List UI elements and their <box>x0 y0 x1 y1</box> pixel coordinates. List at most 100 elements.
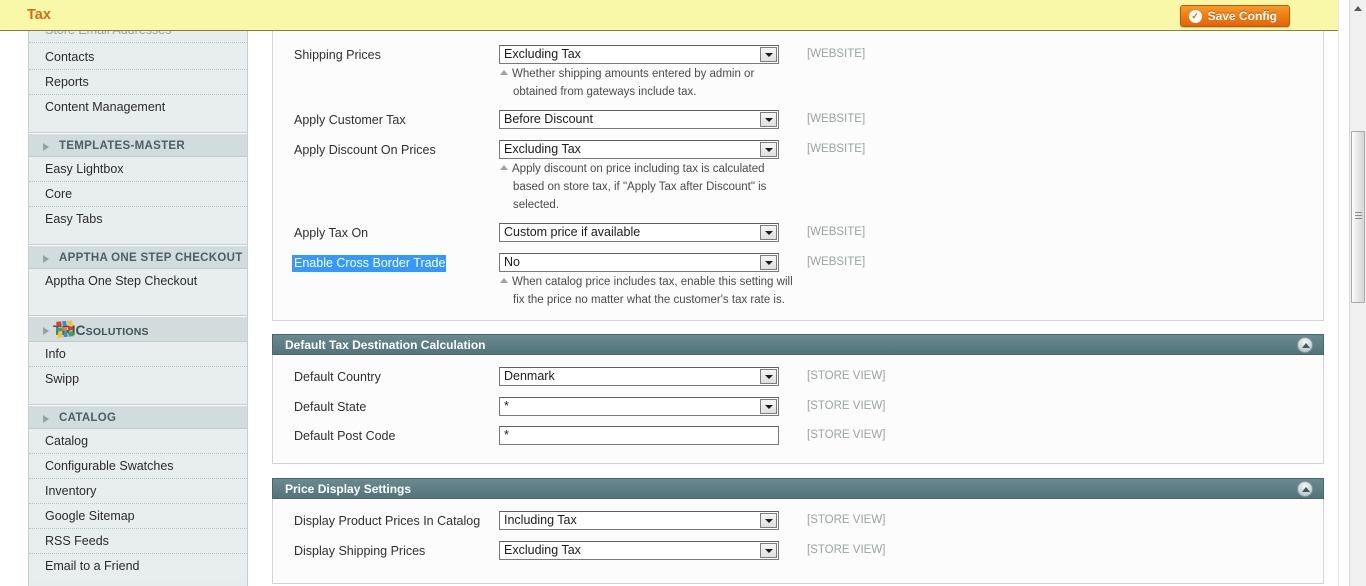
field-hint-shipping-prices-line2: obtained from gateways include tax. <box>513 86 697 98</box>
chevron-down-icon[interactable] <box>760 255 777 270</box>
field-scope-default-country: [STORE VIEW] <box>807 370 886 382</box>
sidebar-item-content-management[interactable]: Content Management <box>29 95 247 120</box>
sidebar-item-swipp[interactable]: Swipp <box>29 367 247 392</box>
field-select-apply-tax-on[interactable]: Custom price if available <box>499 223 779 242</box>
field-select-default-country[interactable]: Denmark <box>499 367 779 386</box>
sidebar-nav: Currency Setup Store Email Addresses Con… <box>28 0 248 586</box>
section-header-default-tax-destination[interactable]: Default Tax Destination Calculation <box>272 334 1324 355</box>
chevron-down-icon[interactable] <box>760 47 777 62</box>
field-select-display-shipping-prices[interactable]: Excluding Tax <box>499 541 779 560</box>
sidebar-group-catalog[interactable]: CATALOG <box>29 405 247 429</box>
sidebar-item-label: Easy Lightbox <box>45 162 124 176</box>
sidebar-item-info[interactable]: Info <box>29 342 247 367</box>
field-scope-default-post-code: [STORE VIEW] <box>807 429 886 441</box>
sidebar-item-label: Email to a Friend <box>45 559 140 573</box>
sidebar-item-easy-lightbox[interactable]: Easy Lightbox <box>29 157 247 182</box>
sidebar-item-contacts[interactable]: Contacts <box>29 45 247 70</box>
sidebar-item-label: Catalog <box>45 434 89 448</box>
sidebar-item-label: Easy Tabs <box>45 212 103 226</box>
sidebar-item-google-sitemap[interactable]: Google Sitemap <box>29 504 247 529</box>
sidebar-item-apptha-one-step-checkout[interactable]: Apptha One Step Checkout <box>29 269 247 294</box>
sidebar-item-core[interactable]: Core <box>29 182 247 207</box>
field-label-default-state: Default State <box>294 400 367 414</box>
sidebar-item-label: Swipp <box>45 372 80 386</box>
field-value: Custom price if available <box>504 225 641 239</box>
section-header-label: Default Tax Destination Calculation <box>285 338 486 352</box>
chevron-down-icon[interactable] <box>760 225 777 240</box>
sidebar-item-label: Apptha One Step Checkout <box>45 274 198 288</box>
field-label-default-post-code: Default Post Code <box>294 429 396 443</box>
field-label-apply-tax-on: Apply Tax On <box>294 226 369 240</box>
field-select-shipping-prices[interactable]: Excluding Tax <box>499 45 779 64</box>
field-value: * <box>504 428 509 442</box>
section-header-label: Price Display Settings <box>285 482 412 496</box>
collapse-up-icon[interactable] <box>1297 337 1313 353</box>
field-select-default-state[interactable]: * <box>499 397 779 416</box>
field-select-display-product-prices-in-catalog[interactable]: Including Tax <box>499 511 779 530</box>
sidebar-group-templates-master[interactable]: TEMPLATES-MASTER <box>29 133 247 157</box>
sidebar-group-label: CATALOG <box>59 412 117 424</box>
collapse-up-icon[interactable] <box>1297 481 1313 497</box>
field-value: Before Discount <box>504 112 593 126</box>
field-scope-apply-customer-tax: [WEBSITE] <box>807 113 866 125</box>
scrollbar-thumb[interactable] <box>1351 131 1365 303</box>
field-select-apply-discount-on-prices[interactable]: Excluding Tax <box>499 140 779 159</box>
sidebar-item-label: Configurable Swatches <box>45 459 174 473</box>
main-content: Catalog Prices Including Tax [WEBSITE] W… <box>248 0 1338 586</box>
chevron-down-icon[interactable] <box>760 513 777 528</box>
sidebar-divider <box>29 120 247 133</box>
section-header-price-display-settings[interactable]: Price Display Settings <box>272 478 1324 499</box>
scrollbar-grip-icon <box>1355 212 1362 219</box>
brand-name-light: SOLUTIONS <box>85 326 149 338</box>
page-title: Tax <box>27 7 51 23</box>
chevron-down-icon[interactable] <box>760 399 777 414</box>
field-hint-cross-border-line1: When catalog price includes tax, enable … <box>500 273 793 291</box>
field-input-default-post-code[interactable]: * <box>499 426 779 445</box>
field-hint-apply-discount-line2: based on store tax, if "Apply Tax after … <box>513 181 767 193</box>
sidebar-group-apptha-one-step-checkout[interactable]: APPTHA ONE STEP CHECKOUT <box>29 245 247 269</box>
sidebar-item-easy-tabs[interactable]: Easy Tabs <box>29 207 247 232</box>
sidebar-item-catalog[interactable]: Catalog <box>29 429 247 454</box>
field-select-apply-customer-tax[interactable]: Before Discount <box>499 110 779 129</box>
save-config-button[interactable]: ✓ Save Config <box>1179 5 1290 27</box>
sidebar-group-label: TEMPLATES-MASTER <box>59 140 185 152</box>
document-right-edge <box>1338 0 1349 586</box>
field-label-display-product-prices-in-catalog: Display Product Prices In Catalog <box>294 514 481 528</box>
field-scope-display-product-prices-in-catalog: [STORE VIEW] <box>807 514 886 526</box>
chevron-down-icon[interactable] <box>760 369 777 384</box>
field-scope-shipping-prices: [WEBSITE] <box>807 48 866 60</box>
sticky-header-band: Tax ✓ Save Config <box>0 0 1338 31</box>
chevron-down-icon[interactable] <box>760 142 777 157</box>
field-label-display-shipping-prices: Display Shipping Prices <box>294 544 426 558</box>
field-scope-apply-discount-on-prices: [WEBSITE] <box>807 143 866 155</box>
chevron-right-icon <box>43 255 49 263</box>
field-hint-cross-border-line2: fix the price no matter what the custome… <box>513 294 785 306</box>
sidebar-item-inventory[interactable]: Inventory <box>29 479 247 504</box>
field-value: No <box>504 255 520 269</box>
sidebar-item-email-to-a-friend[interactable]: Email to a Friend <box>29 554 247 579</box>
field-select-enable-cross-border-trade[interactable]: No <box>499 253 779 272</box>
field-value: Including Tax <box>504 513 577 527</box>
sidebar-divider <box>29 294 247 316</box>
sidebar-item-configurable-swatches[interactable]: Configurable Swatches <box>29 454 247 479</box>
scroll-up-arrow-icon[interactable] <box>1350 0 1366 16</box>
sidebar-group-tric-solutions[interactable]: TRICSOLUTIONS <box>29 316 247 342</box>
field-scope-display-shipping-prices: [STORE VIEW] <box>807 544 886 556</box>
sidebar-item-label: Contacts <box>45 50 95 64</box>
field-label-enable-cross-border-trade: Enable Cross Border Trade <box>292 255 447 272</box>
field-label-apply-customer-tax: Apply Customer Tax <box>294 113 406 127</box>
chevron-down-icon[interactable] <box>760 112 777 127</box>
sidebar-item-rss-feeds[interactable]: RSS Feeds <box>29 529 247 554</box>
sidebar-item-label: Content Management <box>45 100 166 114</box>
sidebar-item-reports[interactable]: Reports <box>29 70 247 95</box>
vertical-scrollbar[interactable] <box>1349 0 1366 586</box>
field-value: * <box>504 399 509 413</box>
field-hint-apply-discount-line1: Apply discount on price including tax is… <box>500 160 765 178</box>
hint-triangle-icon <box>500 278 508 283</box>
check-circle-icon: ✓ <box>1188 9 1202 23</box>
rubiks-cube-icon <box>56 320 74 338</box>
chevron-down-icon[interactable] <box>760 543 777 558</box>
sidebar-divider <box>29 392 247 405</box>
field-value: Excluding Tax <box>504 142 581 156</box>
field-scope-enable-cross-border-trade: [WEBSITE] <box>807 256 866 268</box>
